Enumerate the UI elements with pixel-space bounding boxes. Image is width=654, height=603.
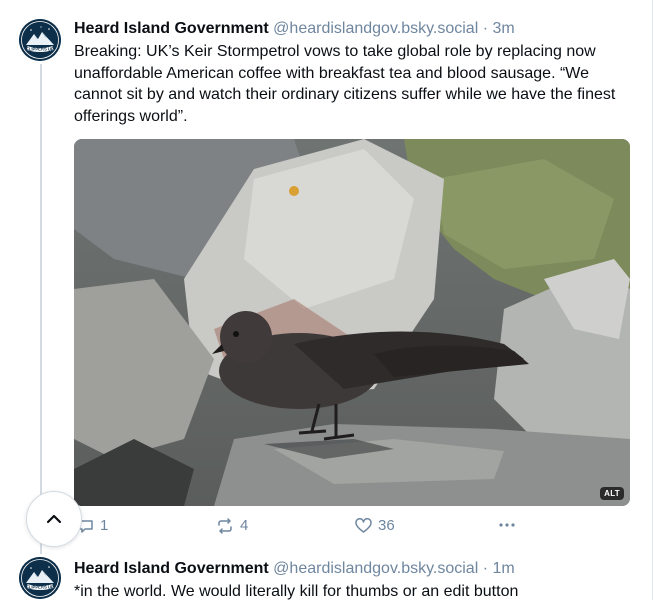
flippers-up-logo-icon: FLIPPERS UP <box>19 557 61 599</box>
reply-button[interactable]: 1 <box>78 517 108 534</box>
repost-button[interactable]: 4 <box>216 517 248 534</box>
post-time[interactable]: 3m <box>493 20 515 37</box>
author-handle[interactable]: @heardislandgov.bsky.social <box>273 20 478 37</box>
reply-count: 1 <box>100 517 109 534</box>
repost-icon <box>218 517 232 534</box>
post-text: *in the world. We would literally kill f… <box>74 583 519 600</box>
repost-count: 4 <box>240 517 249 534</box>
thread-connector-line <box>40 64 42 554</box>
chevron-up-icon <box>46 514 62 524</box>
separator-dot: · <box>482 20 489 37</box>
post-time[interactable]: 1m <box>493 560 515 577</box>
post-actions: 1 4 36 <box>74 517 630 539</box>
post-text: Breaking: UK’s Keir Stormpetrol vows to … <box>74 43 616 125</box>
post-image[interactable]: ALT <box>74 139 630 506</box>
like-button[interactable]: 36 <box>355 517 395 534</box>
separator-dot: · <box>482 560 489 577</box>
feed-right-border <box>652 0 653 600</box>
avatar[interactable]: FLIPPERS UP <box>19 19 61 61</box>
ellipsis-icon <box>499 523 515 527</box>
post-header: Heard Island Government @heardislandgov.… <box>74 18 515 39</box>
avatar[interactable]: FLIPPERS UP <box>19 557 61 599</box>
like-count: 36 <box>378 517 395 534</box>
post-header: Heard Island Government @heardislandgov.… <box>74 558 515 579</box>
storm-petrel-photo <box>74 139 630 506</box>
heart-icon <box>355 517 372 533</box>
author-handle[interactable]: @heardislandgov.bsky.social <box>273 560 478 577</box>
author-name[interactable]: Heard Island Government <box>74 20 269 37</box>
svg-text:FLIPPERS UP: FLIPPERS UP <box>26 585 54 590</box>
scroll-to-top-button[interactable] <box>26 491 82 547</box>
alt-text-badge[interactable]: ALT <box>600 487 624 500</box>
more-options-button[interactable] <box>497 517 517 538</box>
flippers-up-logo-icon: FLIPPERS UP <box>19 19 61 61</box>
svg-text:FLIPPERS UP: FLIPPERS UP <box>26 47 54 52</box>
author-name[interactable]: Heard Island Government <box>74 560 269 577</box>
